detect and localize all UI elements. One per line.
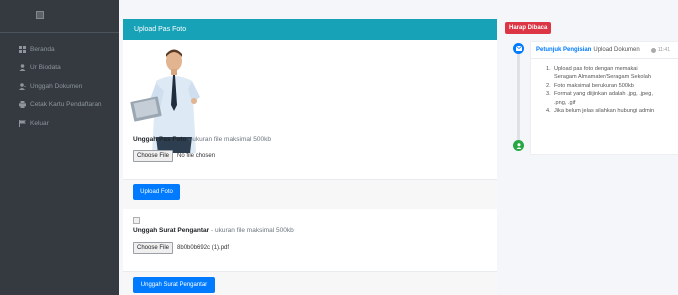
instruction-time: 11:41: [650, 47, 670, 53]
sidebar-menu: Beranda Ur Biodata Unggah Dokumen Cetak …: [0, 40, 119, 133]
letter-file-input[interactable]: Choose File 8b0b0b692c (1).pdf: [133, 242, 229, 254]
sidebar-item-cetak-kartu[interactable]: Cetak Kartu Pendaftaran: [0, 96, 119, 115]
notice-badge: Harap Dibaca: [505, 22, 552, 34]
letter-upload-label-bold: Unggah Surat Pengantar: [133, 227, 210, 234]
instruction-item: 4. Jika belum jelas silahkan hubungi admi…: [546, 108, 655, 115]
letter-upload-label: Unggah Surat Pengantar - ukuran file mak…: [133, 227, 294, 234]
instruction-time-text: 11:41: [657, 47, 670, 53]
clock-icon: [650, 47, 656, 53]
photo-file-status: No file chosen: [177, 153, 216, 159]
sidebar-item-biodata[interactable]: Ur Biodata: [0, 59, 119, 78]
instruction-card: Petunjuk Pengisian Upload Dokumen 11:41 …: [531, 42, 678, 154]
photo-upload-label-bold: Unggah Pas Foto: [133, 136, 187, 143]
letter-broken-image-icon: [133, 217, 140, 224]
grid-icon: [18, 45, 26, 53]
sidebar-item-keluar[interactable]: Keluar: [0, 114, 119, 133]
instruction-title-rest: Upload Dokumen: [593, 47, 640, 53]
photo-file-input[interactable]: Choose File No file chosen: [133, 150, 215, 162]
photo-choose-file-button[interactable]: Choose File: [133, 150, 174, 162]
card-header: Upload Pas Foto: [123, 19, 497, 40]
instruction-title-strong: Petunjuk Pengisian: [536, 47, 592, 53]
user-icon: [18, 64, 26, 72]
sidebar-item-label: Cetak Kartu Pendaftaran: [30, 101, 102, 109]
instruction-item: Seragam Almamater/Seragam Sekolah: [554, 74, 652, 81]
sidebar-item-label: Ur Biodata: [30, 64, 61, 72]
photo-upload-hint: - ukuran file maksimal 500kb: [188, 136, 271, 143]
upload-photo-button-label: Upload Foto: [140, 189, 173, 195]
instruction-item: 1. Upload pas foto dengan memakai: [546, 66, 638, 72]
flag-icon: [18, 119, 26, 127]
sidebar-item-label: Keluar: [30, 119, 49, 127]
instruction-item: 2. Foto maksimal berukuran 500kb: [546, 82, 634, 89]
sidebar-divider: [0, 32, 119, 33]
sidebar: Beranda Ur Biodata Unggah Dokumen Cetak …: [0, 0, 119, 295]
timeline-line: [517, 48, 520, 145]
user-upload-icon: [18, 82, 26, 90]
letter-upload-hint: - ukuran file maksimal 500kb: [211, 227, 294, 234]
sidebar-item-beranda[interactable]: Beranda: [0, 40, 119, 59]
user-icon: [513, 140, 524, 151]
sidebar-item-label: Unggah Dokumen: [30, 82, 83, 90]
instruction-item: .png, .gif: [554, 99, 576, 106]
sidebar-item-unggah-dokumen[interactable]: Unggah Dokumen: [0, 77, 119, 96]
upload-card: Upload Pas Foto Unggah Pas Foto - ukuran…: [123, 19, 497, 295]
sidebar-item-label: Beranda: [30, 45, 55, 53]
print-icon: [18, 101, 26, 109]
upload-letter-button[interactable]: Unggah Surat Pengantar: [133, 277, 215, 293]
upload-letter-button-label: Unggah Surat Pengantar: [140, 282, 208, 288]
instruction-item: 3. Format yang diijinkan adalah .jpg, .jp…: [546, 91, 653, 98]
brand[interactable]: [0, 0, 119, 30]
letter-file-status: 8b0b0b692c (1).pdf: [177, 245, 230, 251]
page: Beranda Ur Biodata Unggah Dokumen Cetak …: [0, 0, 678, 295]
brand-logo-broken-image: [36, 11, 44, 19]
photo-upload-label: Unggah Pas Foto - ukuran file maksimal 5…: [133, 136, 271, 143]
card-title: Upload Pas Foto: [134, 26, 187, 33]
letter-choose-file-button[interactable]: Choose File: [133, 242, 174, 254]
upload-photo-button[interactable]: Upload Foto: [133, 184, 180, 200]
instruction-list: 1. Upload pas foto dengan memakai Seragam…: [531, 59, 678, 115]
notice-panel: Harap Dibaca Petunjuk Pengisian Upload D…: [505, 22, 678, 295]
envelope-icon: [513, 43, 524, 54]
